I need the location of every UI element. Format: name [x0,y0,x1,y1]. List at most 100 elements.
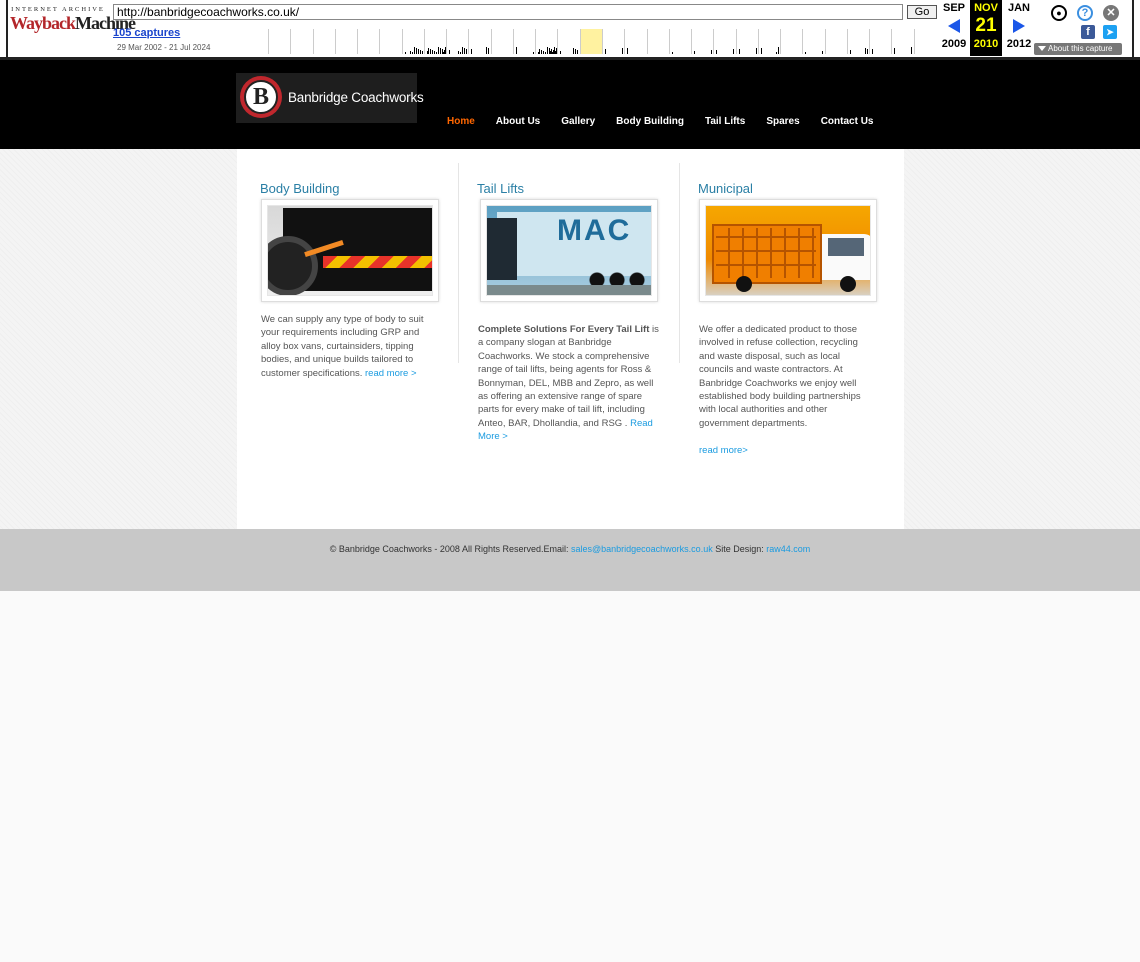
sparkline-year-divider [891,29,893,54]
sparkline-bar [466,49,468,54]
sparkline-year-divider [735,29,737,54]
facebook-icon[interactable]: f [1081,25,1095,39]
sparkline-bar [550,51,552,54]
sparkline-bar [435,52,437,54]
read-more-link[interactable]: read more > [365,368,417,379]
nav-home[interactable]: Home [447,116,475,127]
read-more-link[interactable]: read more> [699,445,748,456]
sparkline-bar [716,50,718,54]
sparkline-bar [409,51,411,54]
sparkline-bar [431,50,433,54]
sparkline-bar [421,51,423,54]
sparkline-bar [573,48,575,54]
site-footer: © Banbridge Coachworks - 2008 All Rights… [0,529,1140,591]
nav-tail-lifts[interactable]: Tail Lifts [705,116,745,127]
sparkline-bar [866,49,868,54]
column-text: Complete Solutions For Every Tail Lift i… [478,323,662,444]
sparkline-year-divider [468,29,470,54]
sparkline-bar [554,47,556,54]
body-building-photo[interactable] [261,199,439,302]
footer-designer-link[interactable]: raw44.com [766,544,810,554]
sparkline-year-divider [490,29,492,54]
sparkline-bar [415,48,417,54]
column-title[interactable]: Municipal [698,181,753,196]
user-icon[interactable]: ● [1051,5,1067,21]
truck-logo: MAC [557,214,632,247]
column-title[interactable]: Body Building [260,181,340,196]
wayback-current-capture: NOV 21 2010 [970,0,1002,56]
tail-lifts-photo[interactable]: MAC [480,199,658,302]
sparkline-bar [433,51,435,54]
sparkline-bar [872,49,874,54]
help-icon[interactable]: ? [1077,5,1093,21]
sparkline-year-divider [535,29,537,54]
sparkline-year-divider [401,29,403,54]
sparkline-year-divider [624,29,626,54]
column-title[interactable]: Tail Lifts [477,181,524,196]
logo-text: Banbridge Coachworks [288,90,424,105]
site-logo[interactable]: B Banbridge Coachworks [236,73,424,123]
sparkline-year-divider [802,29,804,54]
column-divider [458,163,459,363]
prev-year: 2009 [941,38,967,50]
sparkline-year-divider [913,29,915,54]
wayback-captures-link[interactable]: 105 captures [113,27,180,39]
sparkline-bar [417,49,419,54]
nav-contact-us[interactable]: Contact Us [821,116,874,127]
sparkline-bar [444,47,446,54]
sparkline-bar [545,52,547,54]
sparkline-bar [622,48,623,54]
municipal-photo[interactable] [699,199,877,302]
wayback-prev-capture[interactable]: SEP 2009 [939,0,969,56]
sparkline-bar [777,47,779,54]
prev-arrow-icon[interactable] [939,14,969,38]
about-capture-button[interactable]: About this capture [1034,43,1122,55]
nav-spares[interactable]: Spares [766,116,799,127]
sparkline-year-divider [646,29,648,54]
wayback-next-capture[interactable]: JAN 2012 [1004,0,1034,56]
next-arrow-icon[interactable] [1004,14,1034,38]
sparkline-bar [429,49,431,54]
wayback-logo[interactable]: INTERNET ARCHIVE WaybackMachine [10,6,136,46]
sparkline-bar [458,51,460,54]
sparkline-bar [462,47,464,54]
sparkline-bar [556,48,558,54]
sparkline-year-divider [780,29,782,54]
sparkline-year-divider [446,29,448,54]
body-building-image [267,205,433,296]
sparkline-bar [547,47,549,54]
sparkline-bar [460,52,462,54]
main-nav: Home About Us Gallery Body Building Tail… [447,116,894,127]
tail-lifts-image: MAC [486,205,652,296]
wayback-go-button[interactable]: Go [907,5,937,19]
footer-design-label: Site Design: [712,544,767,554]
sparkline-year-divider [379,29,381,54]
sparkline-bar [849,50,851,54]
next-year: 2012 [1006,38,1032,50]
main-content: Body Building We can supply any type of … [237,149,904,529]
sparkline-bar [805,52,807,54]
footer-email-link[interactable]: sales@banbridgecoachworks.co.uk [571,544,713,554]
sparkline-year-divider [512,29,514,54]
sparkline-year-divider [846,29,848,54]
wayback-toolbar: INTERNET ARCHIVE WaybackMachine http://b… [0,0,1140,60]
nav-about-us[interactable]: About Us [496,116,540,127]
close-icon[interactable]: ✕ [1103,5,1119,21]
sparkline-bar [605,49,606,54]
sparkline-bar [437,47,439,54]
page-background [0,591,1140,962]
sparkline-bar [760,48,762,54]
sparkline-year-divider [691,29,693,54]
wayback-url-input[interactable]: http://banbridgecoachworks.co.uk/ [113,4,903,20]
footer-line: © Banbridge Coachworks - 2008 All Rights… [0,544,1140,554]
wayback-capture-sparkline[interactable] [268,29,936,54]
column-body: We offer a dedicated product to those in… [699,324,861,429]
column-divider [679,163,680,363]
footer-copyright: © Banbridge Coachworks - 2008 All Rights… [329,544,571,554]
sparkline-year-divider [824,29,826,54]
nav-body-building[interactable]: Body Building [616,116,684,127]
sparkline-year-divider [668,29,670,54]
nav-gallery[interactable]: Gallery [561,116,595,127]
sparkline-bar [755,48,757,54]
twitter-icon[interactable]: ➤ [1103,25,1117,39]
